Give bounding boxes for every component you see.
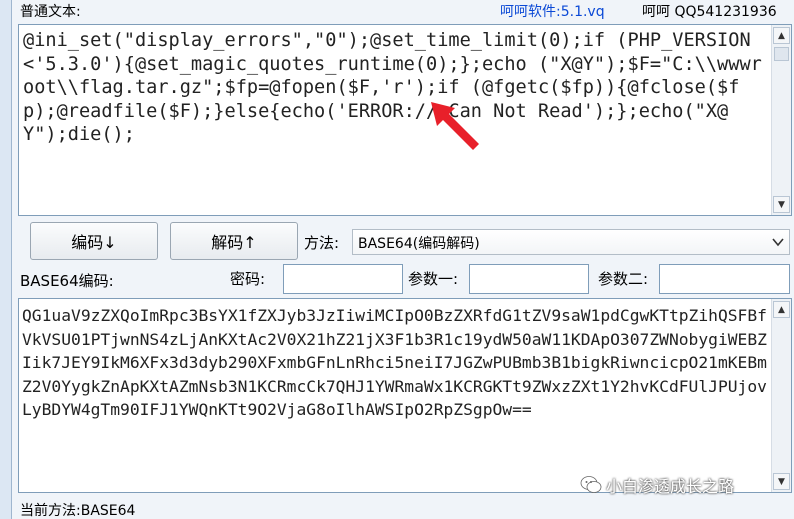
- method-label: 方法:: [304, 234, 340, 252]
- param1-input[interactable]: [469, 264, 589, 294]
- base64-text-area[interactable]: QG1uaV9zZXQoImRpc3BsYX1fZXJyb3JzIiwiMCIp…: [18, 298, 792, 493]
- plain-text-area[interactable]: @ini_set("display_errors","0");@set_time…: [18, 24, 792, 216]
- base64-label: BASE64编码:: [20, 272, 114, 290]
- plain-text-label: 普通文本:: [20, 4, 81, 20]
- method-selected-value: BASE64(编码解码): [358, 236, 480, 252]
- left-window-edge: [0, 0, 12, 519]
- decode-button[interactable]: 解码↑: [170, 222, 298, 260]
- base64-text-content[interactable]: QG1uaV9zZXQoImRpc3BsYX1fZXJyb3JzIiwiMCIp…: [22, 304, 770, 422]
- param2-label: 参数二:: [598, 270, 649, 288]
- status-bar: 当前方法:BASE64: [20, 503, 136, 519]
- plain-text-scrollbar[interactable]: ▲ ▼: [771, 25, 791, 215]
- encode-button[interactable]: 编码↓: [30, 222, 158, 260]
- scroll-up-arrow-icon[interactable]: ▲: [773, 27, 790, 44]
- watermark-text: 小白渗透成长之路: [606, 477, 735, 496]
- plain-text-content[interactable]: @ini_set("display_errors","0");@set_time…: [23, 29, 768, 147]
- scroll-down-arrow-icon[interactable]: ▼: [773, 196, 790, 213]
- key-input[interactable]: [283, 264, 403, 294]
- watermark: 小白渗透成长之路: [580, 474, 734, 496]
- scroll-down-arrow-icon[interactable]: ▼: [773, 473, 790, 490]
- wechat-icon: [580, 476, 602, 493]
- key-label: 密码:: [230, 270, 266, 288]
- scroll-thumb[interactable]: [774, 47, 789, 61]
- method-select[interactable]: BASE64(编码解码): [352, 229, 790, 255]
- dropdown-arrow-icon[interactable]: [771, 235, 785, 249]
- scroll-up-arrow-icon[interactable]: ▲: [773, 301, 790, 318]
- param1-label: 参数一:: [408, 270, 459, 288]
- qq-contact: 呵呵 QQ541231936: [642, 4, 777, 20]
- brand-link[interactable]: 呵呵软件:5.1.vq: [500, 1, 605, 21]
- base64-scrollbar[interactable]: ▲ ▼: [771, 299, 791, 492]
- red-arrow-icon: [431, 102, 479, 150]
- param2-input[interactable]: [659, 264, 790, 294]
